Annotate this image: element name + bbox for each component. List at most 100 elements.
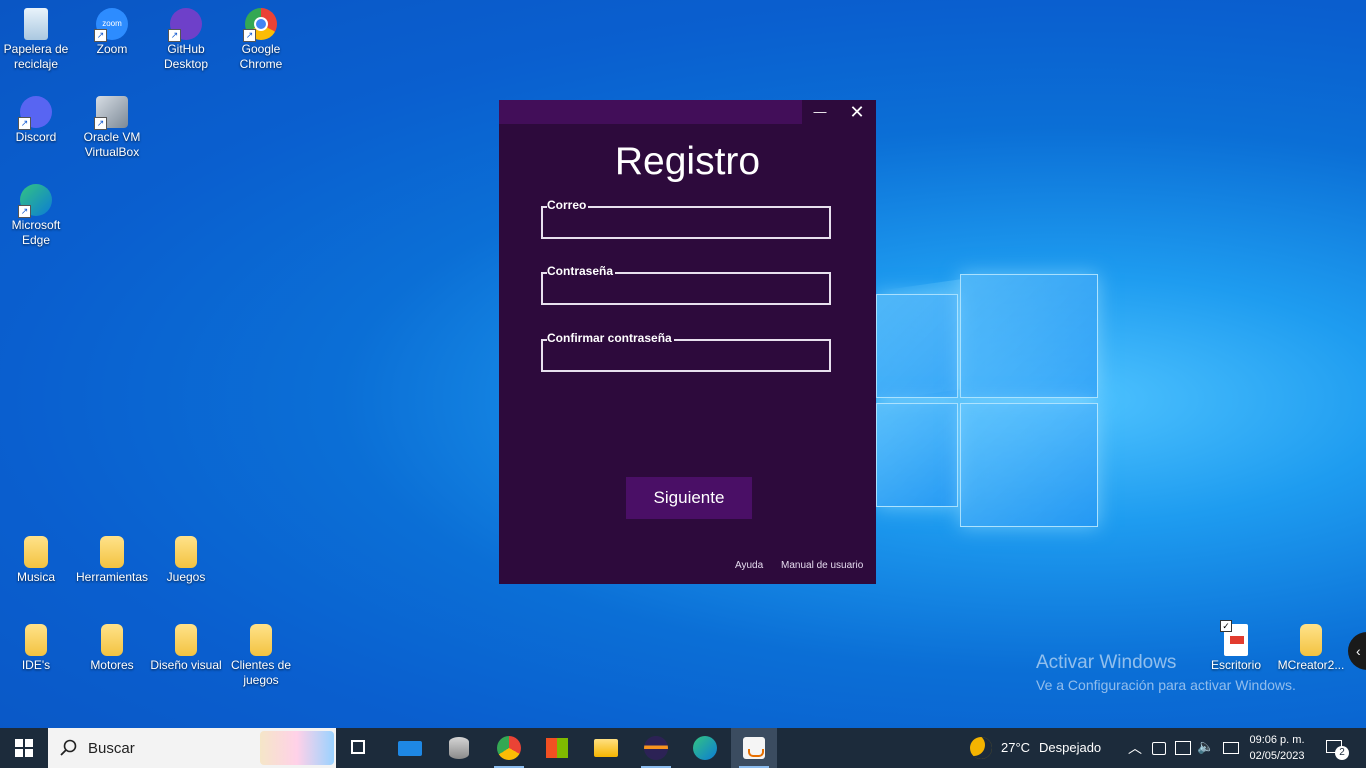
- taskbar-app-store[interactable]: [534, 728, 580, 768]
- desktop-icon-edge[interactable]: ↗ Microsoft Edge: [0, 178, 74, 248]
- pdf-icon: ✓: [1220, 620, 1248, 656]
- password-input[interactable]: [547, 280, 827, 300]
- volume-icon[interactable]: 🔈: [1197, 738, 1214, 755]
- meet-now-icon[interactable]: [1152, 742, 1166, 755]
- taskbar-app-database[interactable]: [436, 728, 482, 768]
- edge-icon: [693, 736, 717, 760]
- password-field[interactable]: Contraseña: [541, 264, 831, 305]
- confirm-password-field-label: Confirmar contraseña: [547, 331, 674, 345]
- taskbar-app-java[interactable]: [731, 728, 777, 768]
- edge-icon: ↗: [18, 184, 52, 218]
- windows-logo-pane-br: [960, 403, 1098, 527]
- confirm-password-input[interactable]: [547, 347, 827, 367]
- shortcut-arrow-icon: ↗: [243, 29, 256, 42]
- database-icon: [449, 737, 469, 759]
- chevron-up-icon[interactable]: ︿: [1128, 738, 1142, 758]
- help-link[interactable]: Ayuda: [735, 560, 763, 571]
- desktop-icon-herramientas[interactable]: Herramientas: [74, 530, 150, 585]
- desktop-icon-zoom[interactable]: zoom ↗ Zoom: [74, 2, 150, 57]
- desktop-icon-label: MCreator2...: [1277, 658, 1345, 672]
- checkbox-icon: ✓: [1220, 620, 1232, 632]
- desktop-icon-chrome[interactable]: ↗ Google Chrome: [223, 2, 299, 72]
- eclipse-icon: [644, 736, 668, 760]
- desktop-icon-juegos[interactable]: Juegos: [148, 530, 224, 585]
- desktop-icon-ides[interactable]: IDE's: [0, 618, 74, 673]
- weather-moon-icon: [970, 737, 992, 759]
- system-clock[interactable]: 09:06 p. m. 02/05/2023: [1240, 732, 1314, 764]
- zoom-icon-text: zoom: [102, 19, 122, 28]
- minimize-button[interactable]: —: [802, 100, 838, 124]
- taskbar-app-chrome[interactable]: [486, 728, 532, 768]
- github-icon: ↗: [168, 8, 202, 42]
- weather-temperature[interactable]: 27°C: [1001, 740, 1030, 755]
- zoom-icon: zoom ↗: [94, 8, 128, 42]
- desktop-icon-label: Google Chrome: [239, 42, 283, 71]
- clock-time: 09:06 p. m.: [1249, 734, 1305, 746]
- shortcut-arrow-icon: ↗: [168, 29, 181, 42]
- shortcut-arrow-icon: ↗: [18, 117, 31, 130]
- windows-logo-pane-tr: [960, 274, 1098, 398]
- desktop-icon-label: Escritorio: [1210, 658, 1261, 672]
- desktop-icon-label: GitHub Desktop: [163, 42, 209, 71]
- user-manual-link[interactable]: Manual de usuario: [781, 560, 863, 571]
- taskbar-app-edge[interactable]: [682, 728, 728, 768]
- desktop-icon-escritorio[interactable]: ✓ Escritorio: [1198, 618, 1274, 673]
- network-icon[interactable]: [1175, 741, 1191, 755]
- activation-watermark-title: Activar Windows: [1036, 652, 1177, 673]
- recycle-bin-icon: [24, 8, 48, 40]
- file-explorer-icon: [594, 739, 618, 757]
- activation-watermark-subtitle: Ve a Configuración para activar Windows.: [1036, 677, 1296, 693]
- folder-icon: [25, 624, 47, 656]
- desktop-icon-musica[interactable]: Musica: [0, 530, 74, 585]
- start-button[interactable]: [0, 728, 48, 768]
- weather-condition[interactable]: Despejado: [1039, 740, 1101, 755]
- folder-icon: [175, 624, 197, 656]
- desktop-icon-clientes-de-juegos[interactable]: Clientes de juegos: [223, 618, 299, 688]
- mail-icon: [398, 741, 422, 756]
- taskbar: Buscar 27°C Despejado ︿ 🔈 09:06 p. m. 02…: [0, 728, 1366, 768]
- windows-start-icon: [15, 739, 33, 757]
- desktop-icon-label: Zoom: [96, 42, 128, 56]
- scroll-handle-icon[interactable]: ‹: [1348, 632, 1366, 670]
- search-icon: [60, 739, 77, 756]
- taskbar-app-mail[interactable]: [387, 728, 433, 768]
- email-input[interactable]: [547, 214, 827, 234]
- desktop-icon-recycle-bin[interactable]: Papelera de reciclaje: [0, 2, 74, 72]
- next-button[interactable]: Siguiente: [626, 477, 752, 519]
- desktop-icon-label: Herramientas: [75, 570, 149, 584]
- search-placeholder: Buscar: [88, 740, 135, 757]
- registro-window: — ✕ Registro Correo Contraseña Confirmar…: [499, 100, 876, 584]
- windows-logo-pane-tl: [876, 294, 958, 398]
- taskbar-search-box[interactable]: Buscar: [48, 728, 336, 768]
- desktop-icon-label: Microsoft Edge: [11, 218, 61, 247]
- chrome-icon: [497, 736, 521, 760]
- desktop-icon-label: Papelera de reciclaje: [3, 42, 69, 71]
- desktop-icon-motores[interactable]: Motores: [74, 618, 150, 673]
- window-title-bar[interactable]: [499, 100, 802, 124]
- folder-icon: [175, 536, 197, 568]
- desktop-icon-label: Clientes de juegos: [230, 658, 292, 687]
- email-field[interactable]: Correo: [541, 198, 831, 239]
- search-highlight-illustration-icon: [260, 731, 334, 765]
- password-field-label: Contraseña: [547, 264, 616, 278]
- chrome-icon: ↗: [243, 8, 277, 42]
- display-icon[interactable]: [1223, 742, 1239, 754]
- close-button[interactable]: ✕: [839, 100, 875, 124]
- confirm-password-field[interactable]: Confirmar contraseña: [541, 331, 831, 372]
- desktop-icon-label: Motores: [90, 658, 134, 672]
- desktop-icon-virtualbox[interactable]: ↗ Oracle VM VirtualBox: [74, 90, 150, 160]
- taskbar-app-eclipse[interactable]: [633, 728, 679, 768]
- desktop-icon-label: Juegos: [166, 570, 206, 584]
- task-view-button[interactable]: [337, 728, 383, 768]
- notifications-button[interactable]: 2: [1318, 728, 1366, 768]
- store-icon: [546, 738, 568, 758]
- desktop-icon-discord[interactable]: ↗ Discord: [0, 90, 74, 145]
- discord-icon: ↗: [18, 96, 52, 130]
- email-field-label: Correo: [547, 198, 589, 212]
- desktop-icon-github[interactable]: ↗ GitHub Desktop: [148, 2, 224, 72]
- taskbar-app-file-explorer[interactable]: [583, 728, 629, 768]
- windows-logo-pane-bl: [876, 403, 958, 507]
- desktop-icon-label: Oracle VM VirtualBox: [83, 130, 141, 159]
- desktop-icon-diseno-visual[interactable]: Diseño visual: [148, 618, 224, 673]
- desktop-icon-mcreator[interactable]: MCreator2...: [1273, 618, 1349, 673]
